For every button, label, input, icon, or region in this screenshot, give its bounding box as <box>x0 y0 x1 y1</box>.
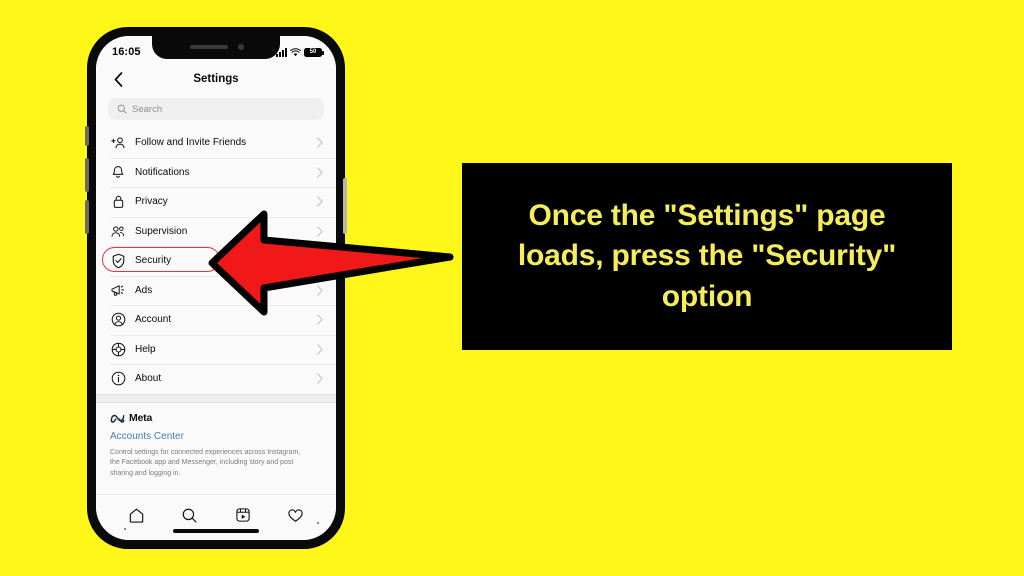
instruction-caption-box: Once the "Settings" page loads, press th… <box>462 163 952 350</box>
search-icon <box>117 104 127 114</box>
status-time: 16:05 <box>112 46 141 58</box>
chevron-right-icon <box>317 373 323 384</box>
settings-row-help[interactable]: Help <box>96 334 336 365</box>
wifi-icon <box>290 47 301 56</box>
user-circle-icon <box>110 312 126 328</box>
battery-icon: 50 <box>304 47 324 57</box>
earpiece-speaker <box>190 45 228 49</box>
info-circle-icon <box>110 371 126 387</box>
search-icon <box>182 508 197 523</box>
person-add-icon <box>110 135 126 151</box>
reels-icon <box>235 508 250 522</box>
red-pointer-arrow <box>208 210 454 316</box>
phone-volume-down-button[interactable] <box>85 200 89 234</box>
lock-icon <box>110 194 126 210</box>
status-icons: 50 <box>276 44 324 57</box>
search-input[interactable]: Search <box>108 98 324 120</box>
front-camera <box>238 44 244 50</box>
chevron-left-icon <box>114 71 122 87</box>
tab-search[interactable] <box>179 504 201 526</box>
settings-row-label: Follow and Invite Friends <box>135 137 247 149</box>
settings-row-label: Notifications <box>135 166 190 178</box>
home-indicator[interactable] <box>173 529 259 533</box>
back-button[interactable] <box>110 71 126 87</box>
app-header: Settings <box>96 64 336 94</box>
megaphone-icon <box>110 282 126 298</box>
tab-home-dot <box>123 528 126 530</box>
page-title: Settings <box>193 73 239 85</box>
bell-icon <box>110 164 126 180</box>
people-icon <box>110 223 126 239</box>
settings-row-label: Help <box>135 343 156 355</box>
heart-icon <box>288 508 303 522</box>
shield-check-icon <box>110 253 126 269</box>
tab-bar <box>96 494 336 540</box>
search-container: Search <box>96 94 336 128</box>
chevron-right-icon <box>317 167 323 178</box>
chevron-right-icon <box>317 137 323 148</box>
meta-brand: Meta <box>110 412 322 424</box>
tab-reels[interactable] <box>232 504 254 526</box>
section-divider <box>96 393 336 403</box>
meta-brand-name: Meta <box>129 411 153 424</box>
tab-activity-dot <box>316 522 319 524</box>
home-icon <box>129 508 144 523</box>
phone-notch <box>152 36 280 59</box>
instruction-caption-text: Once the "Settings" page loads, press th… <box>517 199 897 313</box>
settings-row-follow-and-invite-friends[interactable]: Follow and Invite Friends <box>96 128 336 158</box>
settings-row-about[interactable]: About <box>96 364 336 394</box>
settings-row-notifications[interactable]: Notifications <box>96 157 336 188</box>
accounts-center-link[interactable]: Accounts Center <box>110 431 322 442</box>
phone-volume-up-button[interactable] <box>85 158 89 192</box>
meta-section: Meta Accounts Center Control settings fo… <box>96 402 336 480</box>
meta-infinity-icon <box>110 414 125 423</box>
search-placeholder: Search <box>132 103 163 115</box>
battery-level-text: 50 <box>309 49 317 55</box>
settings-row-label: About <box>135 373 162 385</box>
meta-description: Control settings for connected experienc… <box>110 448 301 477</box>
tab-home[interactable] <box>123 504 148 530</box>
lifebuoy-icon <box>110 341 126 357</box>
chevron-right-icon <box>317 344 323 355</box>
phone-silent-switch[interactable] <box>85 126 89 146</box>
tab-activity[interactable] <box>285 504 319 526</box>
